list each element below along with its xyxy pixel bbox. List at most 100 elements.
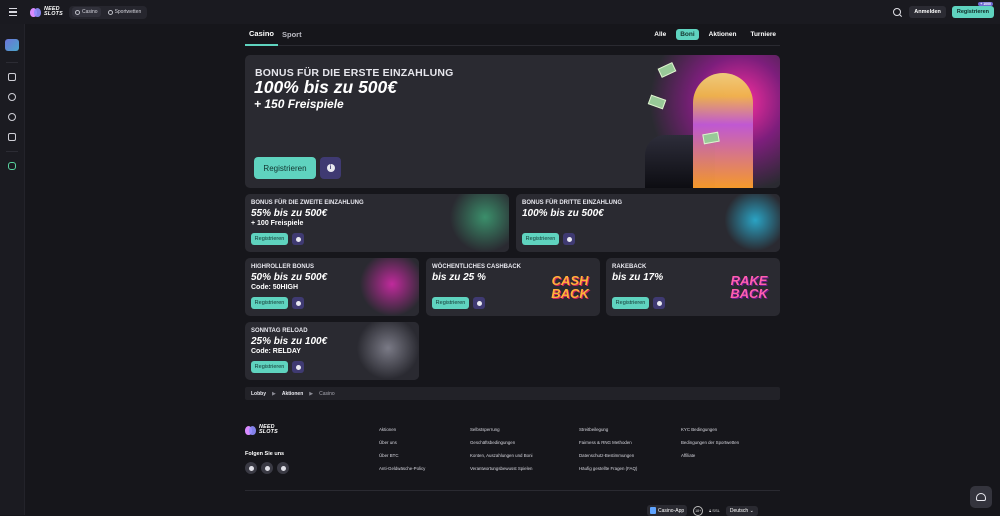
filter-alle[interactable]: Alle [650, 29, 670, 40]
card-title: BONUS FÜR DIE ZWEITE EINZAHLUNG [251, 200, 364, 206]
search-icon[interactable] [892, 7, 903, 18]
card-info-button[interactable] [292, 297, 304, 309]
social-link-telegram[interactable] [277, 462, 289, 474]
filter-bar: Alle Boni Aktionen Turniere [650, 29, 780, 40]
breadcrumb-aktionen[interactable]: Aktionen [282, 391, 303, 397]
casino-icon [74, 9, 80, 15]
social-link-instagram[interactable] [261, 462, 273, 474]
promo-icon [5, 39, 19, 51]
phone-icon [8, 162, 16, 170]
cashback-illustration: CASH BACK [540, 258, 600, 316]
info-icon [566, 236, 572, 242]
filter-turniere[interactable]: Turniere [746, 29, 780, 40]
site-logo[interactable]: NEED SLOTS [30, 6, 63, 17]
card-register-button[interactable]: Registrieren [432, 297, 469, 309]
footer-column-3: Streitbeilegung Fairness & RNG Methoden … [579, 427, 637, 471]
card-register-button[interactable]: Registrieren [251, 361, 288, 373]
filter-aktionen[interactable]: Aktionen [705, 29, 741, 40]
tab-sport-category[interactable]: Sport [278, 24, 306, 46]
bonus-card-sunday-reload: SONNTAG RELOAD 25% bis zu 100€ Code: REL… [245, 322, 419, 380]
footer-link[interactable]: Verantwortungsbewusst Spielen [470, 466, 533, 471]
language-label: Deutsch [729, 507, 749, 514]
card-info-button[interactable] [653, 297, 665, 309]
footer-link[interactable]: Über BTC [379, 453, 425, 458]
footer-column-4: KYC Bedingungen Bedingungen der Sportwet… [681, 427, 739, 458]
card-register-button[interactable]: Registrieren [251, 297, 288, 309]
card-register-button[interactable]: Registrieren [612, 297, 649, 309]
sidebar-item-esports[interactable] [0, 127, 25, 147]
woman-illustration [725, 194, 780, 252]
footer-link[interactable]: Streitbeilegung [579, 427, 637, 432]
register-button[interactable]: Registrieren + 1000 [951, 2, 994, 18]
footer-link[interactable]: Häufig gestellte Fragen (FAQ) [579, 466, 637, 471]
footer-bottom-bar: Casino-App 18+ 🔒︎ SSL Deutsch ⌄ [647, 505, 758, 516]
breadcrumb-lobby[interactable]: Lobby [251, 391, 266, 397]
card-info-button[interactable] [292, 361, 304, 373]
footer-link[interactable]: Konten, Auszahlungen und Boni [470, 453, 533, 458]
footer-link[interactable]: KYC Bedingungen [681, 427, 739, 432]
logo-text-bottom: SLOTS [44, 11, 63, 17]
card-info-button[interactable] [473, 297, 485, 309]
hero-register-button[interactable]: Registrieren [254, 157, 316, 179]
footer-link[interactable]: Datenschutz-Bestimmungen [579, 453, 637, 458]
breadcrumb-separator-icon: ▶ [272, 390, 276, 397]
footer-link[interactable]: Fairness & RNG Methoden [579, 440, 637, 445]
social-link-whatsapp[interactable] [245, 462, 257, 474]
ball-icon [107, 9, 113, 15]
sidebar-item-casino[interactable] [0, 67, 25, 87]
footer-link[interactable]: Aktionen [379, 427, 425, 432]
sidebar-divider [6, 151, 18, 152]
trophy-illustration [357, 322, 419, 380]
card-register-button[interactable]: Registrieren [251, 233, 288, 245]
footer-link[interactable]: Affiliate [681, 453, 739, 458]
footer-link[interactable]: Anti-Geldwäsche-Policy [379, 466, 425, 471]
main-content: Casino Sport Alle Boni Aktionen Turniere… [245, 24, 780, 400]
sidebar-item-live[interactable] [0, 87, 25, 107]
casino-app-label: Casino-App [658, 507, 685, 514]
card-value: 55% bis zu 500€ [251, 208, 328, 219]
hero-info-button[interactable]: i [320, 157, 341, 179]
woman-illustration [693, 73, 753, 188]
tab-casino[interactable]: Casino [71, 7, 101, 17]
tab-casino-category[interactable]: Casino [245, 24, 279, 46]
card-value: 50% bis zu 500€ [251, 272, 328, 283]
footer-link[interactable]: Über uns [379, 440, 425, 445]
logo-text-bottom: SLOTS [259, 429, 278, 435]
support-chat-button[interactable] [970, 486, 992, 508]
footer-link[interactable]: Geschäftsbedingungen [470, 440, 533, 445]
age-restriction-badge: 18+ [693, 505, 704, 516]
filter-boni[interactable]: Boni [676, 29, 699, 40]
menu-icon[interactable] [0, 0, 26, 24]
sidebar-item-sport[interactable] [0, 107, 25, 127]
bonus-card-third-deposit: BONUS FÜR DRITTE EINZAHLUNG 100% bis zu … [516, 194, 780, 252]
footer-link[interactable]: Selbstsperrung [470, 427, 533, 432]
footer-link[interactable]: Bedingungen der Sportwetten [681, 440, 739, 445]
sidebar-item-promo[interactable] [0, 32, 25, 58]
casino-app-button[interactable]: Casino-App [647, 505, 688, 516]
footer: NEED SLOTS Folgen Sie uns Aktionen Über … [245, 420, 780, 516]
phone-icon [650, 507, 656, 514]
ssl-label: SSL [712, 508, 720, 513]
card-register-button[interactable]: Registrieren [522, 233, 559, 245]
breadcrumb: Lobby ▶ Aktionen ▶ Casino [245, 387, 780, 400]
info-icon: i [326, 164, 335, 172]
card-extra: Code: 50HIGH [251, 284, 299, 291]
card-value: 25% bis zu 100€ [251, 336, 328, 347]
info-icon [656, 300, 662, 306]
language-selector[interactable]: Deutsch ⌄ [725, 505, 758, 516]
chevron-down-icon: ⌄ [749, 507, 754, 514]
hero-offer: 100% bis zu 500€ [254, 77, 397, 97]
info-icon [295, 300, 301, 306]
whatsapp-icon [248, 465, 254, 471]
login-button[interactable]: Anmelden [909, 6, 946, 18]
footer-logo[interactable]: NEED SLOTS [245, 424, 278, 435]
tab-sportwetten[interactable]: Sportwetten [105, 7, 145, 17]
card-info-button[interactable] [563, 233, 575, 245]
instagram-icon [264, 465, 270, 471]
bonus-card-rakeback: RAKEBACK bis zu 17% Registrieren RAKE BA… [606, 258, 780, 316]
card-extra: + 100 Freispiele [251, 220, 304, 227]
card-info-button[interactable] [292, 233, 304, 245]
headset-icon [976, 493, 986, 501]
sidebar-item-app[interactable] [0, 156, 25, 176]
info-icon [476, 300, 482, 306]
